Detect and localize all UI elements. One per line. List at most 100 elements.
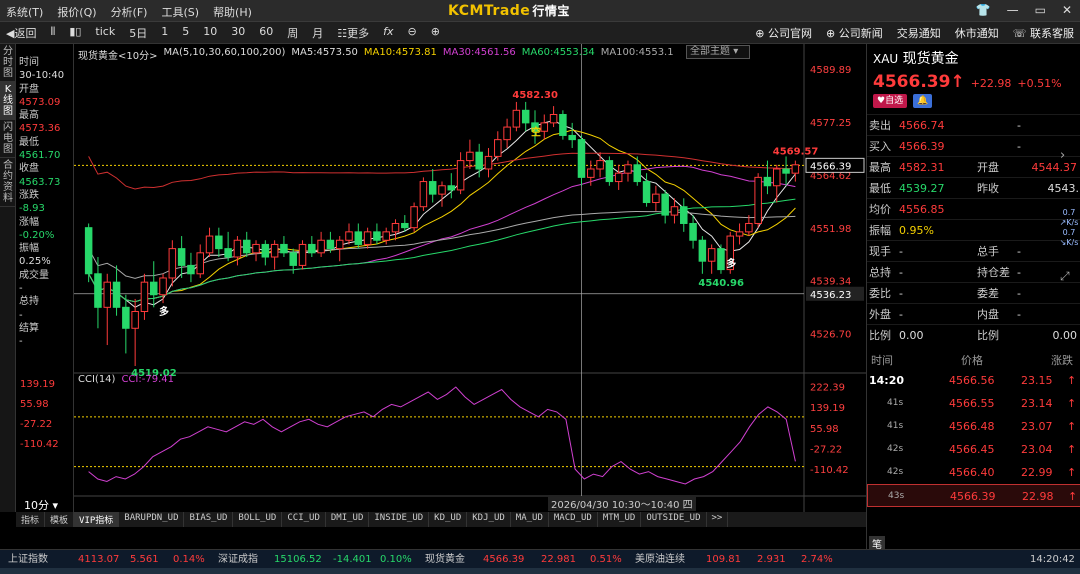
collapse-panel-icon[interactable]: ›: [1060, 148, 1065, 163]
back-button[interactable]: ◀返回: [6, 25, 36, 41]
zoom-out-icon[interactable]: ⊖: [407, 25, 416, 41]
indicator-tab[interactable]: BIAS_UD: [184, 512, 234, 527]
quote-price: 4566.39: [873, 72, 951, 92]
legend-item: MA5:4573.50: [291, 47, 358, 58]
status-item: 美原油连续: [635, 554, 685, 565]
mini-value-2: 0.7: [1062, 228, 1076, 237]
candle-body: [94, 273, 102, 308]
candle-body: [735, 231, 744, 237]
company-news-link[interactable]: ⊕ 公司新闻: [826, 25, 883, 41]
maximize-button[interactable]: ▭: [1035, 3, 1046, 17]
indicator-tab[interactable]: INSIDE_UD: [369, 512, 430, 527]
candle-body: [717, 248, 725, 271]
market-closed-notice-link[interactable]: 休市通知: [955, 25, 999, 41]
menu-system[interactable]: 系统(T): [6, 4, 43, 20]
quote-row: 总持 - 持仓差 -: [867, 261, 1080, 282]
expand-icon[interactable]: ⤢: [1060, 269, 1070, 284]
chart-area[interactable]: 4589.89 4577.25 4564.62 4551.98 4539.34 4526.…: [74, 44, 866, 512]
indicator-tab[interactable]: OUTSIDE_UD: [641, 512, 707, 527]
tab-kline[interactable]: K线图: [0, 82, 16, 120]
period-1min[interactable]: 1: [161, 25, 168, 41]
indicator-tab[interactable]: CCI_UD: [282, 512, 326, 527]
quote-row-value2: -: [1017, 119, 1021, 132]
indicator-tab[interactable]: BARUPDN_UD: [119, 512, 185, 527]
candle-body: [466, 151, 474, 162]
bar-chart-icon[interactable]: ▮▯: [69, 25, 81, 41]
candle-body: [642, 181, 651, 204]
period-30min[interactable]: 30: [231, 25, 245, 41]
close-button[interactable]: ✕: [1062, 3, 1072, 17]
period-selector[interactable]: 10分 ▾: [24, 497, 58, 513]
high-annotation: 4582.30: [512, 90, 558, 101]
tab-contract-info[interactable]: 合约资料: [0, 158, 16, 207]
tick-time: 42s: [887, 467, 904, 477]
trade-notice-link[interactable]: 交易通知: [897, 25, 941, 41]
candle-body: [270, 243, 279, 258]
add-watchlist-label: 自选: [885, 96, 904, 106]
alert-bell-button[interactable]: 🔔: [913, 94, 933, 108]
indicator-tab[interactable]: KD_UD: [429, 512, 468, 527]
company-website-link[interactable]: ⊕ 公司官网: [755, 25, 812, 41]
period-5min[interactable]: 5: [182, 25, 189, 41]
info-label: 结算: [19, 322, 39, 334]
price-tick-label: 4589.89: [810, 65, 851, 76]
menu-tools[interactable]: 工具(S): [161, 4, 199, 20]
candle-body: [280, 243, 288, 254]
menu-analysis[interactable]: 分析(F): [111, 4, 148, 20]
quote-row-label: 总持: [869, 266, 891, 279]
add-watchlist-button[interactable]: ♥自选: [873, 94, 908, 108]
indicator-tab[interactable]: VIP指标: [74, 512, 120, 527]
quote-row: 比例 0.00 比例 0.00: [867, 324, 1080, 345]
tick-price: 4566.39: [950, 490, 996, 503]
more-button[interactable]: ☷更多: [337, 25, 369, 41]
contact-support-link[interactable]: ☏ 联系客服: [1013, 25, 1074, 41]
zoom-in-icon[interactable]: ⊕: [431, 25, 440, 41]
skin-icon[interactable]: 👕: [976, 3, 991, 17]
status-item: 22.981: [541, 554, 576, 565]
indicator-tab[interactable]: MTM_UD: [598, 512, 642, 527]
minimize-button[interactable]: —: [1007, 3, 1019, 17]
menu-quote[interactable]: 报价(Q): [57, 4, 96, 20]
legend-item: MA100:4553.1: [600, 47, 674, 58]
indicator-tab[interactable]: MA_UD: [511, 512, 549, 527]
high-annotation: 4569.57: [773, 147, 819, 158]
up-arrow-icon: ↑: [1067, 466, 1077, 479]
candle-icon[interactable]: ⦀: [50, 25, 55, 41]
brand-suffix: 行情宝: [532, 4, 570, 18]
indicator-tab[interactable]: BOLL_UD: [233, 512, 283, 527]
period-week[interactable]: 周: [287, 25, 298, 41]
quote-row-label: 最低: [869, 182, 891, 195]
candle-body: [568, 134, 576, 141]
tab-timeshare[interactable]: 分时图: [0, 44, 16, 82]
indicator-tab[interactable]: >>: [707, 512, 729, 527]
candle-body: [633, 164, 642, 183]
kline-chart[interactable]: 4589.894577.254564.624551.984539.344526.…: [74, 44, 866, 512]
indicator-tab[interactable]: KDJ_UD: [467, 512, 511, 527]
status-item: 14:20:42: [1030, 554, 1075, 565]
period-tick[interactable]: tick: [95, 25, 115, 41]
period-month[interactable]: 月: [312, 25, 323, 41]
globe-icon: ⊕: [755, 27, 765, 40]
indicator-tab[interactable]: 模板: [45, 512, 75, 527]
candle-body: [456, 160, 465, 191]
candle-body: [438, 185, 446, 195]
indicator-tab[interactable]: MACD_UD: [549, 512, 598, 527]
tab-flash[interactable]: 闪电图: [0, 120, 16, 158]
quote-row-value: -: [899, 245, 903, 258]
toolbar-left: ◀返回 ⦀ ▮▯ tick 5日 1 5 10 30 60 周 月 ☷更多 fx…: [6, 25, 440, 41]
menu-help[interactable]: 帮助(H): [213, 4, 252, 20]
period-60min[interactable]: 60: [259, 25, 273, 41]
cci-line: [88, 386, 796, 485]
formula-icon[interactable]: fx: [383, 25, 393, 41]
candle-body: [354, 231, 363, 245]
quote-row-value: 4566.74: [899, 119, 945, 132]
tick-price: 4566.55: [949, 397, 995, 410]
theme-selector[interactable]: 全部主题 ▾: [686, 45, 750, 59]
indicator-tab[interactable]: DMI_UD: [326, 512, 370, 527]
brand-name: KCMTrade: [448, 3, 531, 19]
candle-body: [187, 264, 195, 275]
indicator-tab[interactable]: 指标: [16, 512, 46, 527]
period-10min[interactable]: 10: [203, 25, 217, 41]
period-5day[interactable]: 5日: [129, 25, 147, 41]
price-tick-label: 4577.25: [810, 118, 851, 129]
